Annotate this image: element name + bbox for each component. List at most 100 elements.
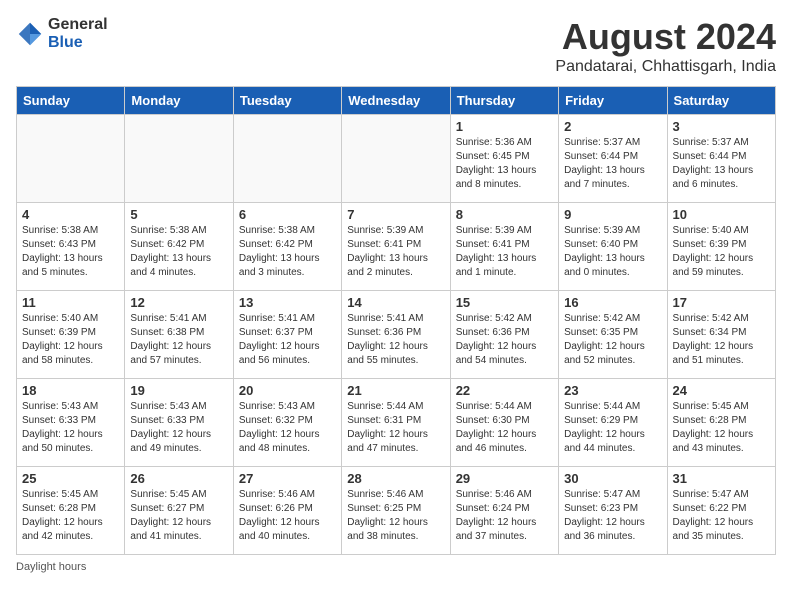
days-header-row: SundayMondayTuesdayWednesdayThursdayFrid…	[17, 87, 776, 115]
day-number: 10	[673, 207, 770, 222]
day-info: Sunrise: 5:42 AM Sunset: 6:34 PM Dayligh…	[673, 312, 770, 368]
calendar-cell	[233, 115, 341, 203]
day-number: 24	[673, 383, 770, 398]
day-number: 12	[130, 295, 227, 310]
day-info: Sunrise: 5:44 AM Sunset: 6:30 PM Dayligh…	[456, 400, 553, 456]
day-number: 4	[22, 207, 119, 222]
calendar-cell: 11 Sunrise: 5:40 AM Sunset: 6:39 PM Dayli…	[17, 291, 125, 379]
day-number: 11	[22, 295, 119, 310]
calendar-cell: 18Sunrise: 5:43 AM Sunset: 6:33 PM Dayli…	[17, 379, 125, 467]
day-number: 6	[239, 207, 336, 222]
logo-icon	[16, 20, 44, 48]
calendar-cell: 14 Sunrise: 5:41 AM Sunset: 6:36 PM Dayli…	[342, 291, 450, 379]
day-number: 28	[347, 471, 444, 486]
calendar-cell: 21 Sunrise: 5:44 AM Sunset: 6:31 PM Dayli…	[342, 379, 450, 467]
day-info: Sunrise: 5:44 AM Sunset: 6:31 PM Dayligh…	[347, 400, 444, 456]
day-info: Sunrise: 5:47 AM Sunset: 6:22 PM Dayligh…	[673, 488, 770, 544]
calendar-cell: 22 Sunrise: 5:44 AM Sunset: 6:30 PM Dayli…	[450, 379, 558, 467]
day-number: 1	[456, 119, 553, 134]
day-info: Sunrise: 5:37 AM Sunset: 6:44 PM Dayligh…	[564, 136, 661, 192]
calendar-cell: 9Sunrise: 5:39 AM Sunset: 6:40 PM Daylig…	[559, 203, 667, 291]
calendar-cell: 3Sunrise: 5:37 AM Sunset: 6:44 PM Daylig…	[667, 115, 775, 203]
footer-note: Daylight hours	[16, 561, 776, 573]
calendar-cell: 17 Sunrise: 5:42 AM Sunset: 6:34 PM Dayli…	[667, 291, 775, 379]
day-number: 15	[456, 295, 553, 310]
day-info: Sunrise: 5:39 AM Sunset: 6:41 PM Dayligh…	[347, 224, 444, 280]
day-info: Sunrise: 5:41 AM Sunset: 6:36 PM Dayligh…	[347, 312, 444, 368]
day-info: Sunrise: 5:45 AM Sunset: 6:27 PM Dayligh…	[130, 488, 227, 544]
calendar-table: SundayMondayTuesdayWednesdayThursdayFrid…	[16, 86, 776, 555]
day-header-tuesday: Tuesday	[233, 87, 341, 115]
day-info: Sunrise: 5:42 AM Sunset: 6:36 PM Dayligh…	[456, 312, 553, 368]
day-number: 17	[673, 295, 770, 310]
calendar-cell: 2 Sunrise: 5:37 AM Sunset: 6:44 PM Daylig…	[559, 115, 667, 203]
day-info: Sunrise: 5:40 AM Sunset: 6:39 PM Dayligh…	[22, 312, 119, 368]
day-header-thursday: Thursday	[450, 87, 558, 115]
day-number: 18	[22, 383, 119, 398]
header: General Blue August 2024 Pandatarai, Chh…	[16, 16, 776, 76]
day-number: 2	[564, 119, 661, 134]
day-info: Sunrise: 5:38 AM Sunset: 6:43 PM Dayligh…	[22, 224, 119, 280]
calendar-cell: 31 Sunrise: 5:47 AM Sunset: 6:22 PM Dayli…	[667, 467, 775, 555]
calendar-cell: 24Sunrise: 5:45 AM Sunset: 6:28 PM Dayli…	[667, 379, 775, 467]
calendar-cell: 8 Sunrise: 5:39 AM Sunset: 6:41 PM Daylig…	[450, 203, 558, 291]
calendar-cell: 7Sunrise: 5:39 AM Sunset: 6:41 PM Daylig…	[342, 203, 450, 291]
calendar-cell: 1Sunrise: 5:36 AM Sunset: 6:45 PM Daylig…	[450, 115, 558, 203]
day-info: Sunrise: 5:47 AM Sunset: 6:23 PM Dayligh…	[564, 488, 661, 544]
day-number: 13	[239, 295, 336, 310]
day-number: 23	[564, 383, 661, 398]
day-number: 22	[456, 383, 553, 398]
calendar-week-4: 18 Sunrise: 5:43 AM Sunset: 6:33 PM Dayli…	[17, 379, 776, 467]
day-info: Sunrise: 5:46 AM Sunset: 6:26 PM Dayligh…	[239, 488, 336, 544]
day-number: 27	[239, 471, 336, 486]
calendar-week-5: 25Sunrise: 5:45 AM Sunset: 6:28 PM Dayli…	[17, 467, 776, 555]
calendar-cell: 28 Sunrise: 5:46 AM Sunset: 6:25 PM Dayli…	[342, 467, 450, 555]
day-info: Sunrise: 5:46 AM Sunset: 6:24 PM Dayligh…	[456, 488, 553, 544]
calendar-title: August 2024	[555, 16, 776, 58]
calendar-week-1: 1Sunrise: 5:36 AM Sunset: 6:45 PM Daylig…	[17, 115, 776, 203]
day-info: Sunrise: 5:42 AM Sunset: 6:35 PM Dayligh…	[564, 312, 661, 368]
day-number: 29	[456, 471, 553, 486]
day-header-saturday: Saturday	[667, 87, 775, 115]
calendar-subtitle: Pandatarai, Chhattisgarh, India	[555, 58, 776, 76]
day-info: Sunrise: 5:38 AM Sunset: 6:42 PM Dayligh…	[239, 224, 336, 280]
day-info: Sunrise: 5:39 AM Sunset: 6:41 PM Dayligh…	[456, 224, 553, 280]
calendar-cell: 12 Sunrise: 5:41 AM Sunset: 6:38 PM Dayli…	[125, 291, 233, 379]
day-header-friday: Friday	[559, 87, 667, 115]
day-number: 30	[564, 471, 661, 486]
calendar-cell: 27 Sunrise: 5:46 AM Sunset: 6:26 PM Dayli…	[233, 467, 341, 555]
logo-blue-text: Blue	[48, 34, 108, 52]
calendar-cell: 23 Sunrise: 5:44 AM Sunset: 6:29 PM Dayli…	[559, 379, 667, 467]
calendar-cell: 30 Sunrise: 5:47 AM Sunset: 6:23 PM Dayli…	[559, 467, 667, 555]
day-info: Sunrise: 5:41 AM Sunset: 6:37 PM Dayligh…	[239, 312, 336, 368]
day-header-sunday: Sunday	[17, 87, 125, 115]
day-info: Sunrise: 5:44 AM Sunset: 6:29 PM Dayligh…	[564, 400, 661, 456]
day-number: 5	[130, 207, 227, 222]
calendar-cell: 26Sunrise: 5:45 AM Sunset: 6:27 PM Dayli…	[125, 467, 233, 555]
day-number: 21	[347, 383, 444, 398]
day-info: Sunrise: 5:41 AM Sunset: 6:38 PM Dayligh…	[130, 312, 227, 368]
day-info: Sunrise: 5:45 AM Sunset: 6:28 PM Dayligh…	[22, 488, 119, 544]
day-number: 16	[564, 295, 661, 310]
day-info: Sunrise: 5:39 AM Sunset: 6:40 PM Dayligh…	[564, 224, 661, 280]
day-number: 19	[130, 383, 227, 398]
day-info: Sunrise: 5:40 AM Sunset: 6:39 PM Dayligh…	[673, 224, 770, 280]
logo-general-text: General	[48, 16, 108, 34]
day-number: 31	[673, 471, 770, 486]
day-header-wednesday: Wednesday	[342, 87, 450, 115]
calendar-cell: 10 Sunrise: 5:40 AM Sunset: 6:39 PM Dayli…	[667, 203, 775, 291]
calendar-cell: 5 Sunrise: 5:38 AM Sunset: 6:42 PM Daylig…	[125, 203, 233, 291]
day-info: Sunrise: 5:37 AM Sunset: 6:44 PM Dayligh…	[673, 136, 770, 192]
day-info: Sunrise: 5:43 AM Sunset: 6:33 PM Dayligh…	[130, 400, 227, 456]
calendar-cell: 19 Sunrise: 5:43 AM Sunset: 6:33 PM Dayli…	[125, 379, 233, 467]
day-info: Sunrise: 5:38 AM Sunset: 6:42 PM Dayligh…	[130, 224, 227, 280]
logo-text: General Blue	[48, 16, 108, 51]
calendar-cell	[17, 115, 125, 203]
calendar-cell: 4 Sunrise: 5:38 AM Sunset: 6:43 PM Daylig…	[17, 203, 125, 291]
day-number: 8	[456, 207, 553, 222]
calendar-cell: 25Sunrise: 5:45 AM Sunset: 6:28 PM Dayli…	[17, 467, 125, 555]
day-info: Sunrise: 5:46 AM Sunset: 6:25 PM Dayligh…	[347, 488, 444, 544]
calendar-cell: 6 Sunrise: 5:38 AM Sunset: 6:42 PM Daylig…	[233, 203, 341, 291]
calendar-cell: 20Sunrise: 5:43 AM Sunset: 6:32 PM Dayli…	[233, 379, 341, 467]
day-number: 14	[347, 295, 444, 310]
